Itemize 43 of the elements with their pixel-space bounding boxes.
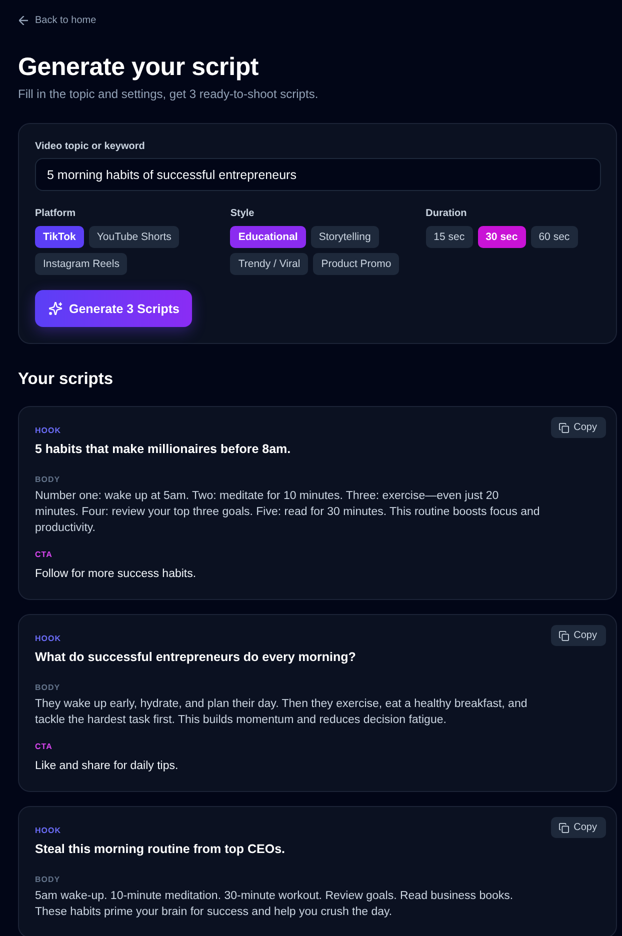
body-text: They wake up early, hydrate, and plan their day. Then they exercise, eat a healthy breakfast, and tackle the hardest task first. This builds momentum and reduces decision fatigue. bbox=[35, 697, 528, 728]
style-chip[interactable]: Educational bbox=[230, 226, 306, 248]
section-title: Your scripts bbox=[18, 369, 114, 389]
topic-input[interactable]: 5 morning habits of successful entrepreneurs bbox=[35, 158, 601, 191]
style-chip[interactable]: Trendy / Viral bbox=[230, 253, 308, 275]
copy-icon bbox=[558, 422, 569, 432]
body-label: BODY bbox=[35, 475, 62, 485]
body-label: BODY bbox=[35, 683, 62, 693]
copy-button[interactable]: Copy bbox=[550, 625, 606, 646]
copy-button[interactable]: Copy bbox=[550, 817, 606, 838]
hook-text: Steal this morning routine from top CEOs. bbox=[35, 841, 286, 857]
platform-chip[interactable]: Instagram Reels bbox=[35, 253, 128, 275]
generate-button[interactable]: Generate 3 Scripts bbox=[35, 290, 192, 327]
field-label: Video topic or keyword bbox=[35, 140, 146, 153]
duration-chip[interactable]: 60 sec bbox=[530, 226, 578, 248]
cta-label: CTA bbox=[35, 742, 54, 752]
group-label: Style bbox=[230, 207, 256, 220]
cta-text: Like and share for daily tips. bbox=[35, 759, 180, 774]
sparkle-icon bbox=[49, 302, 62, 315]
back-link[interactable]: Back to home bbox=[19, 14, 96, 28]
copy-icon bbox=[558, 630, 569, 640]
cta-text: Follow for more success habits. bbox=[35, 567, 198, 582]
hook-text: What do successful entrepreneurs do every morning? bbox=[35, 649, 357, 665]
group-label: Duration bbox=[426, 207, 468, 220]
cta-label: CTA bbox=[35, 550, 54, 560]
duration-chip[interactable]: 30 sec bbox=[478, 226, 526, 248]
hook-label: HOOK bbox=[35, 426, 62, 436]
platform-chip[interactable]: TikTok bbox=[35, 226, 84, 248]
copy-button[interactable]: Copy bbox=[550, 417, 606, 438]
duration-chip[interactable]: 15 sec bbox=[426, 226, 473, 248]
platform-chip[interactable]: YouTube Shorts bbox=[88, 226, 180, 248]
page-subtitle: Fill in the topic and settings, get 3 ready-to-shoot scripts. bbox=[18, 86, 320, 102]
style-chip[interactable]: Product Promo bbox=[313, 253, 400, 275]
hook-label: HOOK bbox=[35, 634, 62, 644]
copy-icon bbox=[558, 822, 569, 832]
body-text: 5am wake-up. 10-minute meditation. 30-minute workout. Review goals. Read business books. These habits prime your brain for success and help you crush the day. bbox=[35, 889, 514, 920]
body-text: Number one: wake up at 5am. Two: meditate for 10 minutes. Three: exercise—even just 20 minutes. Four: review your top three goals. Five: read for 30 minutes. This routine boosts focus and productivity. bbox=[35, 489, 541, 536]
page-title: Generate your script bbox=[18, 52, 260, 82]
style-chip[interactable]: Storytelling bbox=[310, 226, 379, 248]
hook-label: HOOK bbox=[35, 826, 62, 836]
group-label: Platform bbox=[35, 207, 77, 220]
body-label: BODY bbox=[35, 875, 62, 885]
hook-text: 5 habits that make millionaires before 8am. bbox=[35, 441, 292, 457]
